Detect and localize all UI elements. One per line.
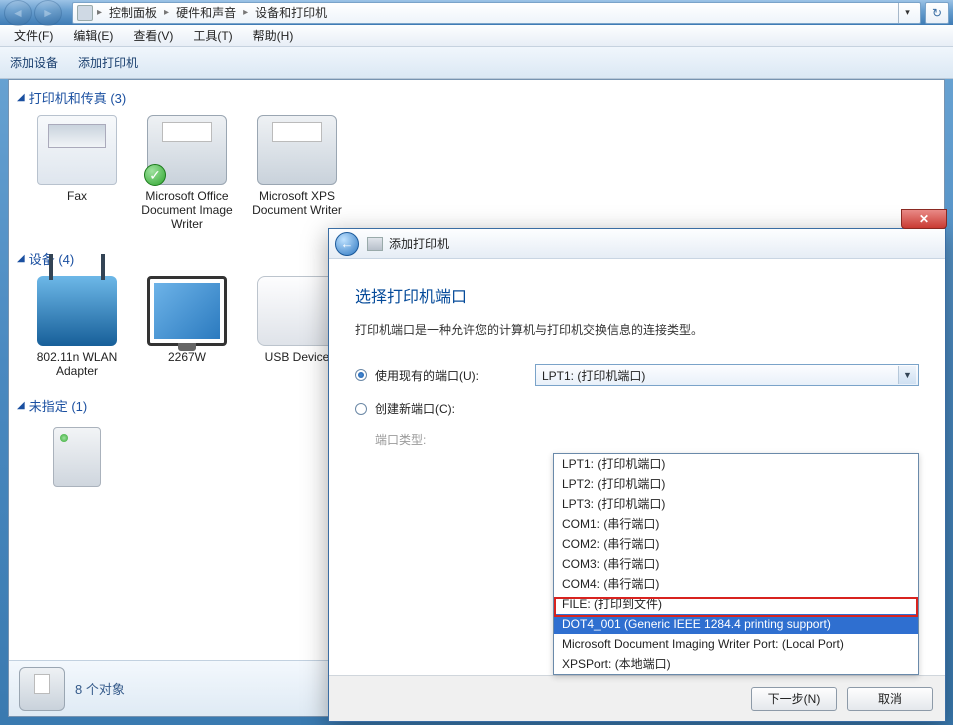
breadcrumb-part[interactable]: 设备和打印机 xyxy=(252,4,330,21)
create-new-port-label: 创建新端口(C): xyxy=(375,400,535,417)
use-existing-port-row: 使用现有的端口(U): LPT1: (打印机端口) ▼ xyxy=(355,364,919,386)
drive-icon xyxy=(53,427,101,487)
port-option[interactable]: DOT4_001 (Generic IEEE 1284.4 printing s… xyxy=(554,614,918,634)
collapse-arrow-icon: ◢ xyxy=(17,400,25,411)
address-dropdown-icon[interactable]: ▾ xyxy=(898,3,916,23)
dialog-heading: 选择打印机端口 xyxy=(355,283,919,307)
port-combobox[interactable]: LPT1: (打印机端口) ▼ xyxy=(535,364,919,386)
port-option[interactable]: LPT2: (打印机端口) xyxy=(554,474,918,494)
port-option[interactable]: LPT3: (打印机端口) xyxy=(554,494,918,514)
create-new-port-row: 创建新端口(C): xyxy=(355,400,919,417)
close-icon: ✕ xyxy=(919,212,929,226)
use-existing-port-label: 使用现有的端口(U): xyxy=(375,367,535,384)
device-item-xps-writer[interactable]: Microsoft XPS Document Writer xyxy=(247,115,347,231)
device-label: 2267W xyxy=(137,350,237,364)
printer-icon xyxy=(257,115,337,185)
cancel-button[interactable]: 取消 xyxy=(847,687,933,711)
device-item-unknown[interactable] xyxy=(27,423,127,491)
port-option[interactable]: LPT1: (打印机端口) xyxy=(554,454,918,474)
use-existing-port-radio[interactable] xyxy=(355,369,367,381)
menu-help[interactable]: 帮助(H) xyxy=(245,25,302,46)
port-option[interactable]: XPSPort: (本地端口) xyxy=(554,654,918,674)
object-count-label: 8 个对象 xyxy=(75,679,125,698)
default-checkmark-icon: ✓ xyxy=(144,164,166,186)
nav-back-button[interactable]: ◄ xyxy=(4,0,32,26)
collapse-arrow-icon: ◢ xyxy=(17,92,25,103)
port-type-row: 端口类型: xyxy=(355,431,919,448)
printer-icon xyxy=(19,667,65,711)
device-label: Microsoft XPS Document Writer xyxy=(247,189,347,217)
printers-row: Fax ✓ Microsoft Office Document Image Wr… xyxy=(9,111,944,241)
command-bar: 添加设备 添加打印机 xyxy=(0,47,953,79)
port-option[interactable]: COM3: (串行端口) xyxy=(554,554,918,574)
dialog-titlebar: ← 添加打印机 xyxy=(329,229,945,259)
breadcrumb-separator-icon: ▸ xyxy=(162,7,171,18)
device-label: 802.11n WLAN Adapter xyxy=(27,350,127,378)
breadcrumb-part[interactable]: 硬件和声音 xyxy=(173,4,239,21)
device-label: Microsoft Office Document Image Writer xyxy=(137,189,237,231)
printer-small-icon xyxy=(367,237,383,251)
window-titlebar: ◄ ► ▸ 控制面板 ▸ 硬件和声音 ▸ 设备和打印机 ▾ ↻ xyxy=(0,0,953,25)
nav-buttons: ◄ ► xyxy=(4,0,62,26)
usb-device-icon xyxy=(257,276,337,346)
breadcrumb-separator-icon: ▸ xyxy=(241,7,250,18)
port-option[interactable]: COM2: (串行端口) xyxy=(554,534,918,554)
chevron-down-icon: ▼ xyxy=(898,366,916,384)
dialog-description: 打印机端口是一种允许您的计算机与打印机交换信息的连接类型。 xyxy=(355,321,919,338)
menu-bar: 文件(F) 编辑(E) 查看(V) 工具(T) 帮助(H) xyxy=(0,25,953,47)
refresh-button[interactable]: ↻ xyxy=(925,2,949,24)
group-label: 打印机和传真 (3) xyxy=(29,88,127,107)
dialog-close-button[interactable]: ✕ xyxy=(901,209,947,229)
breadcrumb-separator-icon: ▸ xyxy=(95,7,104,18)
dialog-title: 添加打印机 xyxy=(389,235,449,252)
collapse-arrow-icon: ◢ xyxy=(17,253,25,264)
menu-tools[interactable]: 工具(T) xyxy=(185,25,240,46)
menu-edit[interactable]: 编辑(E) xyxy=(65,25,121,46)
router-icon xyxy=(37,276,117,346)
add-device-button[interactable]: 添加设备 xyxy=(10,54,58,71)
printer-icon: ✓ xyxy=(147,115,227,185)
port-dropdown-list[interactable]: LPT1: (打印机端口)LPT2: (打印机端口)LPT3: (打印机端口)C… xyxy=(553,453,919,675)
menu-view[interactable]: 查看(V) xyxy=(125,25,181,46)
fax-icon xyxy=(37,115,117,185)
device-label: Fax xyxy=(27,189,127,203)
dialog-button-bar: 下一步(N) 取消 xyxy=(329,675,945,721)
next-button[interactable]: 下一步(N) xyxy=(751,687,837,711)
refresh-icon: ↻ xyxy=(932,6,942,20)
group-header-printers[interactable]: ◢ 打印机和传真 (3) xyxy=(9,80,944,111)
device-item-ms-office-image-writer[interactable]: ✓ Microsoft Office Document Image Writer xyxy=(137,115,237,231)
nav-forward-button[interactable]: ► xyxy=(34,0,62,26)
dialog-back-button[interactable]: ← xyxy=(335,232,359,256)
port-option[interactable]: FILE: (打印到文件) xyxy=(554,594,918,614)
create-new-port-radio[interactable] xyxy=(355,403,367,415)
dialog-body: 选择打印机端口 打印机端口是一种允许您的计算机与打印机交换信息的连接类型。 使用… xyxy=(329,259,945,675)
menu-file[interactable]: 文件(F) xyxy=(6,25,61,46)
monitor-icon xyxy=(147,276,227,346)
port-combobox-value: LPT1: (打印机端口) xyxy=(542,367,645,384)
device-item-fax[interactable]: Fax xyxy=(27,115,127,231)
add-printer-dialog: ✕ ← 添加打印机 选择打印机端口 打印机端口是一种允许您的计算机与打印机交换信… xyxy=(328,228,946,722)
back-arrow-icon: ← xyxy=(341,236,354,251)
breadcrumb-part[interactable]: 控制面板 xyxy=(106,4,160,21)
device-item-monitor[interactable]: 2267W xyxy=(137,276,237,378)
port-option[interactable]: COM4: (串行端口) xyxy=(554,574,918,594)
group-label: 未指定 (1) xyxy=(29,396,88,415)
add-printer-button[interactable]: 添加打印机 xyxy=(78,54,138,71)
port-option[interactable]: COM1: (串行端口) xyxy=(554,514,918,534)
device-item-wlan-adapter[interactable]: 802.11n WLAN Adapter xyxy=(27,276,127,378)
address-bar[interactable]: ▸ 控制面板 ▸ 硬件和声音 ▸ 设备和打印机 ▾ xyxy=(72,2,921,24)
port-option[interactable]: Microsoft Document Imaging Writer Port: … xyxy=(554,634,918,654)
port-type-label: 端口类型: xyxy=(375,431,535,448)
control-panel-icon xyxy=(77,5,93,21)
